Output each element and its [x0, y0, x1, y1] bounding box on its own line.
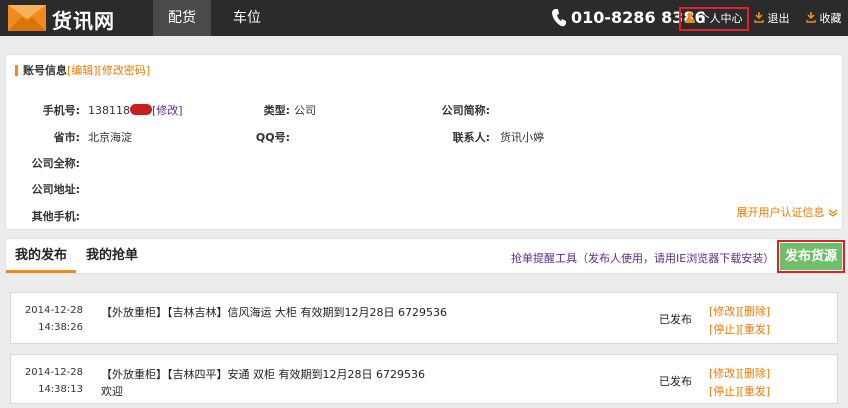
record-date: 2014-12-28 — [24, 367, 83, 378]
record-time: 14:38:26 — [38, 322, 83, 333]
record-time: 14:38:13 — [38, 384, 83, 395]
stop-republish-links[interactable]: [停止][重发] — [709, 383, 770, 399]
logout-icon — [754, 12, 764, 23]
contact-value: 货讯小婷 — [500, 131, 544, 144]
stop-republish-links[interactable]: [停止][重发] — [709, 321, 770, 337]
modify-delete-links[interactable]: [修改][删除] — [709, 303, 770, 319]
record-description: 【外放重柜】【吉林吉林】信风海运 大柜 有效期到12月28日 6729536 — [101, 306, 447, 319]
phone-icon — [552, 9, 566, 27]
company-full-name-label: 公司全称: — [31, 157, 80, 170]
nav-tab-cargo[interactable]: 配货 — [153, 0, 211, 36]
mobile-value-group: 138118 [修改] — [88, 102, 183, 118]
other-phone-label: 其他手机: — [31, 210, 80, 223]
top-navigation-bar: 货讯网 配货 车位 010-8286 8386 个人中心 退出 收藏 — [0, 0, 848, 36]
publish-cargo-button[interactable]: 发布货源 — [777, 240, 845, 273]
account-info-title: 账号信息[编辑][修改密码] — [15, 65, 150, 76]
type-value: 公司 — [294, 104, 316, 117]
record-status: 已发布 — [659, 313, 692, 326]
edit-account-link[interactable]: [编辑] — [67, 64, 98, 77]
record-date: 2014-12-28 — [24, 305, 83, 316]
record-note: 欢迎 — [101, 385, 123, 398]
company-short-name-label: 公司简称: — [441, 104, 490, 117]
expand-verification-link[interactable]: 展开用户认证信息 — [737, 204, 839, 220]
user-center-label: 个人中心 — [698, 12, 743, 25]
tab-my-publish[interactable]: 我的发布 — [6, 239, 76, 273]
chevron-down-icon — [828, 209, 838, 217]
expand-verification-label: 展开用户认证信息 — [736, 206, 825, 219]
redacted-mark — [130, 104, 152, 115]
modify-delete-links[interactable]: [修改][删除] — [709, 365, 770, 381]
user-center-link[interactable]: 个人中心 — [685, 10, 743, 26]
brand-name[interactable]: 货讯网 — [52, 5, 115, 34]
favorite-link[interactable]: 收藏 — [806, 10, 842, 26]
publish-tabs-bar: 我的发布 我的抢单 抢单提醒工具（发布人使用，请用IE浏览器下载安装） 发布货源 — [5, 238, 845, 274]
person-icon — [685, 12, 695, 23]
account-info-card: 账号信息[编辑][修改密码] 手机号: 138118 [修改] 类型: 公司 公司… — [5, 54, 843, 230]
type-label: 类型: — [263, 104, 290, 117]
contact-label: 联系人: — [452, 131, 490, 144]
list-item: 2014-12-28 14:38:26 【外放重柜】【吉林吉林】信风海运 大柜 … — [10, 292, 838, 344]
logo-envelope-icon[interactable] — [8, 5, 46, 31]
account-info-heading: 账号信息 — [23, 64, 67, 77]
mobile-value: 138118 — [88, 104, 130, 117]
favorite-label: 收藏 — [819, 12, 842, 25]
city-value: 北京海淀 — [88, 131, 132, 144]
mobile-label: 手机号: — [42, 104, 80, 117]
order-reminder-tool-link[interactable]: 抢单提醒工具（发布人使用，请用IE浏览器下载安装） — [511, 250, 774, 266]
logout-label: 退出 — [767, 12, 790, 25]
city-label: 省市: — [53, 131, 80, 144]
logout-link[interactable]: 退出 — [754, 10, 790, 26]
change-password-link[interactable]: [修改密码] — [98, 64, 151, 77]
company-address-label: 公司地址: — [31, 183, 80, 196]
nav-tab-vehicle[interactable]: 车位 — [218, 0, 276, 36]
edit-mobile-link[interactable]: [修改] — [152, 104, 183, 117]
record-status: 已发布 — [659, 375, 692, 388]
list-item: 2014-12-28 14:38:13 【外放重柜】【吉林四平】安通 双柜 有效… — [10, 354, 838, 404]
qq-label: QQ号: — [255, 131, 290, 144]
bookmark-icon — [806, 12, 816, 23]
record-description: 【外放重柜】【吉林四平】安通 双柜 有效期到12月28日 6729536 — [101, 368, 425, 381]
tab-my-orders[interactable]: 我的抢单 — [78, 239, 146, 273]
